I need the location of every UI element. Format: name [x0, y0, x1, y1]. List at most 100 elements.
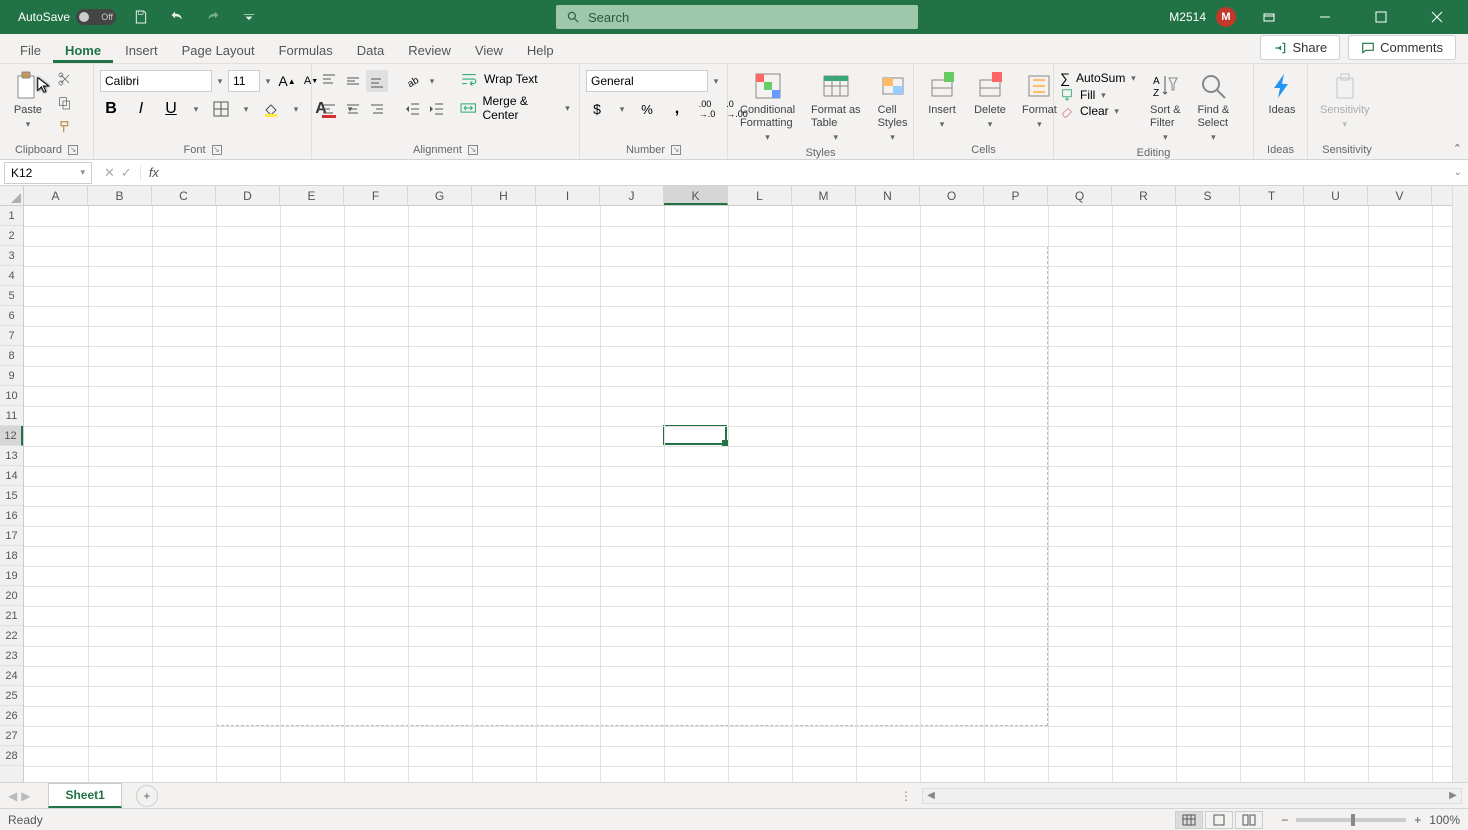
chevron-down-icon[interactable]: ▾ [887, 132, 899, 143]
currency-icon[interactable]: $ [586, 98, 608, 120]
align-middle-icon[interactable] [342, 70, 364, 92]
add-sheet-button[interactable]: + [136, 785, 158, 807]
row-header[interactable]: 21 [0, 606, 23, 626]
maximize-button[interactable] [1358, 0, 1404, 34]
row-header[interactable]: 10 [0, 386, 23, 406]
tab-view[interactable]: View [463, 37, 515, 63]
horizontal-scrollbar[interactable]: ◀ ▶ [922, 788, 1462, 804]
align-center-icon[interactable] [342, 98, 364, 120]
scroll-left-icon[interactable]: ◀ [923, 790, 939, 801]
font-name-combo[interactable] [100, 70, 212, 92]
fx-icon[interactable]: fx [141, 165, 167, 180]
chevron-down-icon[interactable]: ▾ [1097, 90, 1109, 101]
chevron-down-icon[interactable]: ▾ [1111, 106, 1123, 117]
chevron-down-icon[interactable]: ▾ [262, 76, 274, 87]
row-header[interactable]: 11 [0, 406, 23, 426]
align-top-icon[interactable] [318, 70, 340, 92]
dialog-launcher-icon[interactable]: ↘ [468, 145, 478, 155]
tab-home[interactable]: Home [53, 37, 113, 63]
column-header[interactable]: B [88, 186, 152, 205]
row-header[interactable]: 19 [0, 566, 23, 586]
row-header[interactable]: 8 [0, 346, 23, 366]
row-header[interactable]: 7 [0, 326, 23, 346]
row-header[interactable]: 1 [0, 206, 23, 226]
row-header[interactable]: 23 [0, 646, 23, 666]
format-painter-icon[interactable] [54, 116, 76, 138]
sheet-nav-next-icon[interactable]: ▶ [21, 789, 30, 803]
column-header[interactable]: T [1240, 186, 1304, 205]
decrease-indent-icon[interactable] [402, 98, 424, 120]
autosum-button[interactable]: ∑AutoSum▾ [1060, 70, 1139, 86]
sheet-tab[interactable]: Sheet1 [48, 783, 121, 808]
chevron-down-icon[interactable]: ▾ [984, 119, 996, 130]
zoom-in-button[interactable]: + [1414, 813, 1421, 827]
row-header[interactable]: 5 [0, 286, 23, 306]
column-header[interactable]: D [216, 186, 280, 205]
row-header[interactable]: 13 [0, 446, 23, 466]
column-header[interactable]: U [1304, 186, 1368, 205]
wrap-text-button[interactable]: Wrap Text [460, 70, 573, 88]
page-layout-view-button[interactable] [1205, 811, 1233, 829]
chevron-down-icon[interactable]: ▾ [426, 76, 438, 87]
column-header[interactable]: C [152, 186, 216, 205]
column-header[interactable]: J [600, 186, 664, 205]
column-header[interactable]: N [856, 186, 920, 205]
column-header[interactable]: A [24, 186, 88, 205]
bold-button[interactable]: B [100, 98, 122, 120]
delete-cells-button[interactable]: Delete▾ [968, 68, 1012, 132]
qat-customize-icon[interactable] [238, 6, 260, 28]
cell-styles-button[interactable]: Cell Styles▾ [871, 68, 915, 145]
chevron-down-icon[interactable]: ▾ [190, 104, 202, 115]
column-header[interactable]: K [664, 186, 728, 205]
find-select-button[interactable]: Find & Select▾ [1191, 68, 1235, 145]
comments-button[interactable]: Comments [1348, 35, 1456, 60]
chevron-down-icon[interactable]: ▾ [1033, 119, 1045, 130]
row-header[interactable]: 16 [0, 506, 23, 526]
clear-button[interactable]: Clear▾ [1060, 104, 1139, 118]
fill-color-icon[interactable] [260, 98, 282, 120]
save-icon[interactable] [130, 6, 152, 28]
column-header[interactable]: P [984, 186, 1048, 205]
fill-button[interactable]: Fill▾ [1060, 88, 1139, 102]
column-header[interactable]: M [792, 186, 856, 205]
collapse-ribbon-icon[interactable]: ⌃ [1453, 142, 1462, 155]
dialog-launcher-icon[interactable]: ↘ [212, 145, 222, 155]
zoom-out-button[interactable]: − [1281, 813, 1288, 827]
close-button[interactable] [1414, 0, 1460, 34]
chevron-down-icon[interactable]: ▾ [22, 119, 34, 130]
share-button[interactable]: Share [1260, 35, 1340, 60]
chevron-down-icon[interactable]: ▾ [1127, 73, 1139, 84]
font-size-combo[interactable] [228, 70, 260, 92]
tab-formulas[interactable]: Formulas [267, 37, 345, 63]
row-header[interactable]: 20 [0, 586, 23, 606]
tab-page-layout[interactable]: Page Layout [170, 37, 267, 63]
format-as-table-button[interactable]: Format as Table▾ [805, 68, 867, 145]
user-avatar[interactable]: M [1216, 7, 1236, 27]
search-box[interactable]: Search [556, 5, 918, 29]
tab-insert[interactable]: Insert [113, 37, 170, 63]
expand-formula-icon[interactable]: ⌄ [1448, 167, 1468, 178]
undo-icon[interactable] [166, 6, 188, 28]
normal-view-button[interactable] [1175, 811, 1203, 829]
cut-icon[interactable] [54, 68, 76, 90]
ribbon-display-icon[interactable] [1246, 0, 1292, 34]
scroll-right-icon[interactable]: ▶ [1445, 790, 1461, 801]
paste-button[interactable]: Paste ▾ [6, 68, 50, 132]
column-header[interactable]: H [472, 186, 536, 205]
column-header[interactable]: G [408, 186, 472, 205]
chevron-down-icon[interactable]: ▾ [240, 104, 252, 115]
dialog-launcher-icon[interactable]: ↘ [671, 145, 681, 155]
column-header[interactable]: S [1176, 186, 1240, 205]
merge-center-button[interactable]: Merge & Center▾ [460, 94, 573, 122]
chevron-down-icon[interactable]: ▾ [80, 167, 85, 178]
zoom-slider[interactable] [1296, 818, 1406, 822]
column-header[interactable]: O [920, 186, 984, 205]
column-headers[interactable]: ABCDEFGHIJKLMNOPQRSTUV [24, 186, 1452, 206]
chevron-down-icon[interactable]: ▾ [710, 76, 722, 87]
row-header[interactable]: 28 [0, 746, 23, 766]
orientation-icon[interactable]: ab [402, 70, 424, 92]
row-header[interactable]: 3 [0, 246, 23, 266]
insert-cells-button[interactable]: Insert▾ [920, 68, 964, 132]
redo-icon[interactable] [202, 6, 224, 28]
increase-font-icon[interactable]: A▲ [276, 70, 298, 92]
